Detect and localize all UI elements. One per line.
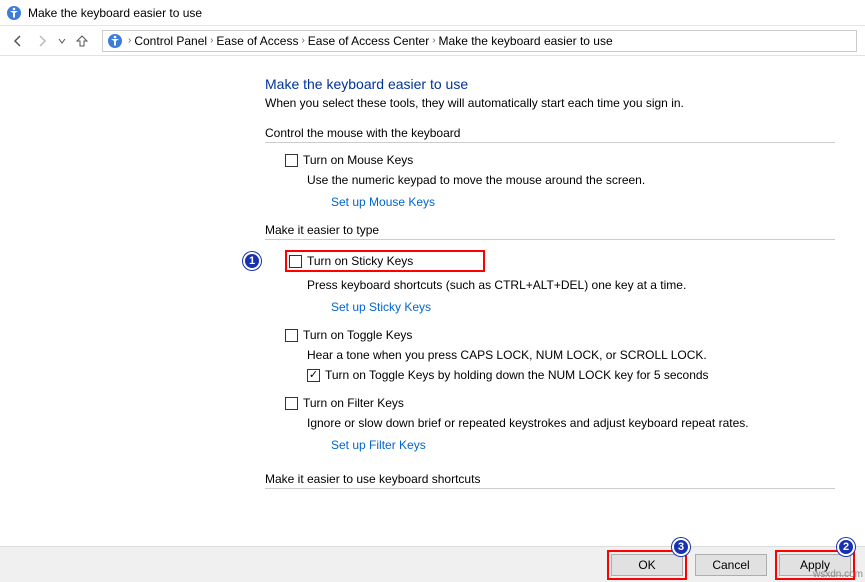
breadcrumb-item[interactable]: Ease of Access Center bbox=[308, 34, 429, 48]
chevron-right-icon[interactable]: › bbox=[128, 35, 131, 46]
breadcrumb-item[interactable]: Make the keyboard easier to use bbox=[439, 34, 613, 48]
page-subheading: When you select these tools, they will a… bbox=[265, 96, 835, 110]
filter-keys-desc: Ignore or slow down brief or repeated ke… bbox=[307, 416, 835, 430]
cancel-button[interactable]: Cancel bbox=[695, 554, 767, 576]
back-button[interactable] bbox=[8, 31, 28, 51]
breadcrumb[interactable]: › Control Panel › Ease of Access › Ease … bbox=[102, 30, 857, 52]
chevron-right-icon[interactable]: › bbox=[210, 35, 213, 46]
navigation-bar: › Control Panel › Ease of Access › Ease … bbox=[0, 26, 865, 56]
accessibility-icon bbox=[6, 5, 22, 21]
option-filter-keys: Turn on Filter Keys Ignore or slow down … bbox=[285, 396, 835, 452]
filter-keys-label[interactable]: Turn on Filter Keys bbox=[303, 396, 404, 410]
section-easier-type: Make it easier to type bbox=[265, 223, 835, 240]
sticky-keys-label[interactable]: Turn on Sticky Keys bbox=[307, 254, 413, 268]
ok-button[interactable]: OK bbox=[611, 554, 683, 576]
content-area: Make the keyboard easier to use When you… bbox=[0, 56, 865, 546]
setup-mouse-keys-link[interactable]: Set up Mouse Keys bbox=[331, 195, 835, 209]
toggle-keys-label[interactable]: Turn on Toggle Keys bbox=[303, 328, 412, 342]
mouse-keys-label[interactable]: Turn on Mouse Keys bbox=[303, 153, 413, 167]
annotation-marker-1: 1 bbox=[243, 252, 261, 270]
section-control-mouse: Control the mouse with the keyboard bbox=[265, 126, 835, 143]
setup-filter-keys-link[interactable]: Set up Filter Keys bbox=[331, 438, 835, 452]
recent-dropdown[interactable] bbox=[56, 31, 68, 51]
annotation-marker-2: 2 bbox=[837, 538, 855, 556]
page-heading: Make the keyboard easier to use bbox=[265, 76, 835, 92]
breadcrumb-item[interactable]: Control Panel bbox=[134, 34, 207, 48]
mouse-keys-checkbox[interactable] bbox=[285, 154, 298, 167]
option-mouse-keys: Turn on Mouse Keys Use the numeric keypa… bbox=[285, 153, 835, 209]
section-keyboard-shortcuts: Make it easier to use keyboard shortcuts bbox=[265, 472, 835, 489]
sticky-keys-desc: Press keyboard shortcuts (such as CTRL+A… bbox=[307, 278, 835, 292]
breadcrumb-item[interactable]: Ease of Access bbox=[216, 34, 298, 48]
window-title: Make the keyboard easier to use bbox=[28, 6, 202, 20]
option-toggle-keys: Turn on Toggle Keys Hear a tone when you… bbox=[285, 328, 835, 382]
toggle-keys-checkbox[interactable] bbox=[285, 329, 298, 342]
chevron-right-icon[interactable]: › bbox=[432, 35, 435, 46]
up-button[interactable] bbox=[72, 31, 92, 51]
forward-button[interactable] bbox=[32, 31, 52, 51]
mouse-keys-desc: Use the numeric keypad to move the mouse… bbox=[307, 173, 835, 187]
setup-sticky-keys-link[interactable]: Set up Sticky Keys bbox=[331, 300, 835, 314]
annotation-highlight-1: Turn on Sticky Keys bbox=[285, 250, 485, 272]
annotation-marker-3: 3 bbox=[672, 538, 690, 556]
toggle-keys-numlock-label[interactable]: Turn on Toggle Keys by holding down the … bbox=[325, 368, 709, 382]
toggle-keys-desc: Hear a tone when you press CAPS LOCK, NU… bbox=[307, 348, 835, 362]
toggle-keys-numlock-checkbox[interactable] bbox=[307, 369, 320, 382]
sticky-keys-checkbox[interactable] bbox=[289, 255, 302, 268]
button-bar: 3 OK Cancel 2 Apply bbox=[0, 546, 865, 582]
filter-keys-checkbox[interactable] bbox=[285, 397, 298, 410]
watermark: wsxdn.com bbox=[813, 569, 863, 580]
chevron-right-icon[interactable]: › bbox=[301, 35, 304, 46]
title-bar: Make the keyboard easier to use bbox=[0, 0, 865, 26]
accessibility-icon bbox=[107, 33, 123, 49]
